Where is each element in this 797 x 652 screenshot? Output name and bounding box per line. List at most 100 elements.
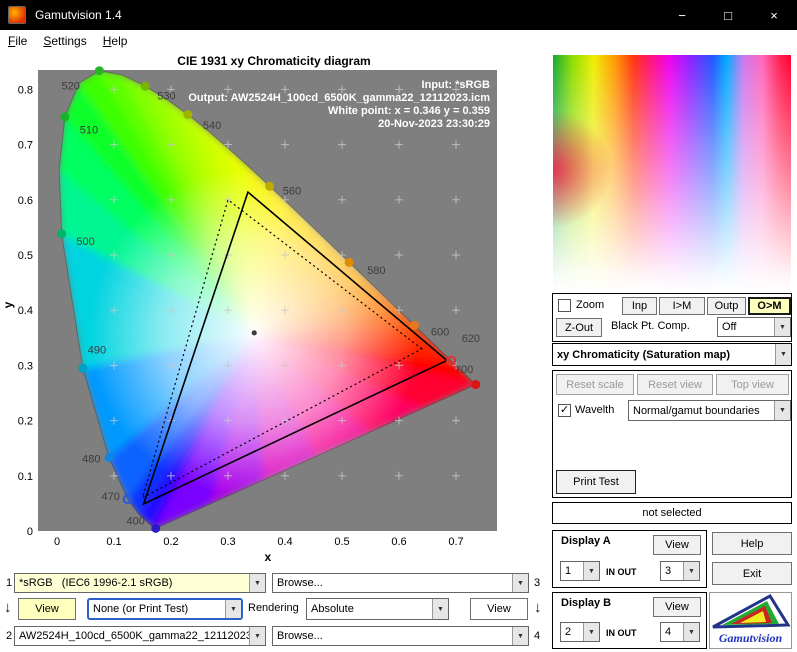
reset-scale-button[interactable]: Reset scale — [556, 374, 634, 395]
row-number-4: 4 — [534, 630, 541, 642]
svg-text:0.7: 0.7 — [448, 536, 463, 548]
input-profile-value: *sRGB (IEC6 1996-2.1 sRGB) — [15, 577, 249, 589]
print-test-button[interactable]: Print Test — [556, 470, 636, 494]
zoom-label: Zoom — [576, 299, 605, 311]
svg-text:530: 530 — [157, 90, 175, 102]
dropdown-arrow-icon[interactable]: ▼ — [775, 344, 791, 365]
display-b-view-button[interactable]: View — [653, 597, 701, 617]
row-number-2: 2 — [6, 630, 13, 642]
view-mode-select[interactable]: xy Chromaticity (Saturation map) ▼ — [552, 343, 792, 366]
window-title: Gamutvision 1.4 — [35, 8, 122, 22]
svg-text:540: 540 — [203, 120, 221, 132]
o-to-m-button[interactable]: O>M — [748, 297, 791, 315]
display-a-out-value: 3 — [665, 565, 672, 577]
rendering-label: Rendering — [248, 602, 299, 614]
dropdown-arrow-icon[interactable]: ▼ — [583, 623, 599, 641]
display-b-in-select[interactable]: 2 ▼ — [560, 622, 600, 642]
output-profile-select[interactable]: AW2524H_100cd_6500K_gamma22_12112023 ▼ — [14, 626, 266, 646]
reset-view-button[interactable]: Reset view — [637, 374, 713, 395]
svg-text:0: 0 — [27, 526, 33, 538]
dropdown-arrow-icon[interactable]: ▼ — [683, 562, 699, 580]
black-pt-comp-value: Off — [722, 321, 737, 333]
browse-output-select[interactable]: Browse... ▼ — [272, 626, 529, 646]
view-output-button[interactable]: View — [470, 598, 528, 620]
svg-text:0.7: 0.7 — [18, 140, 33, 152]
rendering-intent-value: Absolute — [311, 603, 354, 615]
display-a-in-select[interactable]: 1 ▼ — [560, 561, 600, 581]
dropdown-arrow-icon[interactable]: ▼ — [512, 574, 528, 592]
exit-button[interactable]: Exit — [712, 562, 792, 585]
help-button[interactable]: Help — [712, 532, 792, 555]
boundaries-value: Normal/gamut boundaries — [633, 404, 760, 417]
chromaticity-diagram: 400 470 480 490 500 510 520 530 540 560 580 600 620 7… — [1, 66, 497, 564]
svg-text:470: 470 — [101, 491, 119, 503]
dropdown-arrow-icon[interactable]: ▼ — [583, 562, 599, 580]
dropdown-arrow-icon[interactable]: ▼ — [683, 623, 699, 641]
input-profile-select[interactable]: *sRGB (IEC6 1996-2.1 sRGB) ▼ — [14, 573, 266, 593]
menu-help[interactable]: Help — [95, 32, 136, 50]
dropdown-arrow-icon[interactable]: ▼ — [225, 600, 241, 618]
maximize-button[interactable]: □ — [705, 0, 751, 30]
svg-text:700: 700 — [455, 364, 473, 376]
check-icon: ✓ — [559, 404, 570, 416]
outp-button[interactable]: Outp — [707, 297, 746, 315]
svg-text:0.6: 0.6 — [391, 536, 406, 548]
gamutvision-logo-graphic — [712, 594, 791, 629]
svg-text:0: 0 — [54, 536, 60, 548]
dropdown-arrow-icon[interactable]: ▼ — [512, 627, 528, 645]
svg-text:0.3: 0.3 — [220, 536, 235, 548]
display-a-view-button[interactable]: View — [653, 535, 701, 555]
close-button[interactable]: × — [751, 0, 797, 30]
dropdown-arrow-icon[interactable]: ▼ — [774, 318, 790, 336]
svg-text:0.5: 0.5 — [334, 536, 349, 548]
svg-text:0.8: 0.8 — [18, 84, 33, 96]
svg-text:0.4: 0.4 — [277, 536, 292, 548]
gamutvision-logo: Gamutvision — [709, 592, 792, 649]
dropdown-arrow-icon[interactable]: ▼ — [774, 401, 790, 420]
dropdown-arrow-icon[interactable]: ▼ — [249, 627, 265, 645]
zoom-checkbox[interactable] — [558, 299, 571, 312]
app-icon — [8, 6, 26, 24]
output-profile-value: AW2524H_100cd_6500K_gamma22_12112023 — [19, 630, 249, 642]
svg-text:560: 560 — [283, 185, 301, 197]
svg-text:0.6: 0.6 — [18, 195, 33, 207]
title-bar: Gamutvision 1.4 − □ × — [0, 0, 797, 30]
boundaries-select[interactable]: Normal/gamut boundaries ▼ — [628, 400, 791, 421]
svg-text:600: 600 — [431, 327, 449, 339]
display-a-title: Display A — [561, 535, 611, 547]
svg-text:490: 490 — [88, 344, 106, 356]
z-out-button[interactable]: Z-Out — [556, 318, 602, 337]
top-view-button[interactable]: Top view — [716, 374, 789, 395]
svg-text:20-Nov-2023 23:30:29: 20-Nov-2023 23:30:29 — [378, 118, 490, 130]
svg-text:0.4: 0.4 — [18, 305, 33, 317]
intent-value: None (or Print Test) — [93, 603, 189, 615]
wavelength-checkbox[interactable]: ✓ — [558, 404, 571, 417]
menu-file[interactable]: File — [0, 32, 35, 50]
svg-text:620: 620 — [462, 333, 480, 345]
svg-text:0.2: 0.2 — [163, 536, 178, 548]
svg-text:510: 510 — [80, 125, 98, 137]
black-pt-comp-select[interactable]: Off ▼ — [717, 317, 791, 337]
dropdown-arrow-icon[interactable]: ▼ — [249, 574, 265, 592]
svg-text:0.3: 0.3 — [18, 360, 33, 372]
down-arrow-icon-left: ↓ — [4, 599, 12, 616]
minimize-button[interactable]: − — [659, 0, 705, 30]
display-b-title: Display B — [561, 597, 612, 609]
menu-settings[interactable]: Settings — [35, 32, 94, 50]
dropdown-arrow-icon[interactable]: ▼ — [432, 599, 448, 619]
svg-text:400: 400 — [127, 515, 145, 527]
display-a-out-select[interactable]: 3 ▼ — [660, 561, 700, 581]
rendering-intent-select[interactable]: Absolute ▼ — [306, 598, 449, 620]
view-input-button[interactable]: View — [18, 598, 76, 620]
display-b-out-select[interactable]: 4 ▼ — [660, 622, 700, 642]
svg-text:0.2: 0.2 — [18, 416, 33, 428]
menu-bar: File Settings Help — [0, 30, 797, 52]
svg-text:y: y — [1, 301, 15, 308]
inp-button[interactable]: Inp — [622, 297, 657, 315]
intent-select[interactable]: None (or Print Test) ▼ — [87, 598, 243, 620]
display-b-in-value: 2 — [565, 626, 572, 638]
svg-text:480: 480 — [82, 454, 100, 466]
browse-input-select[interactable]: Browse... ▼ — [272, 573, 529, 593]
svg-text:0.5: 0.5 — [18, 250, 33, 262]
i-to-m-button[interactable]: I>M — [659, 297, 705, 315]
